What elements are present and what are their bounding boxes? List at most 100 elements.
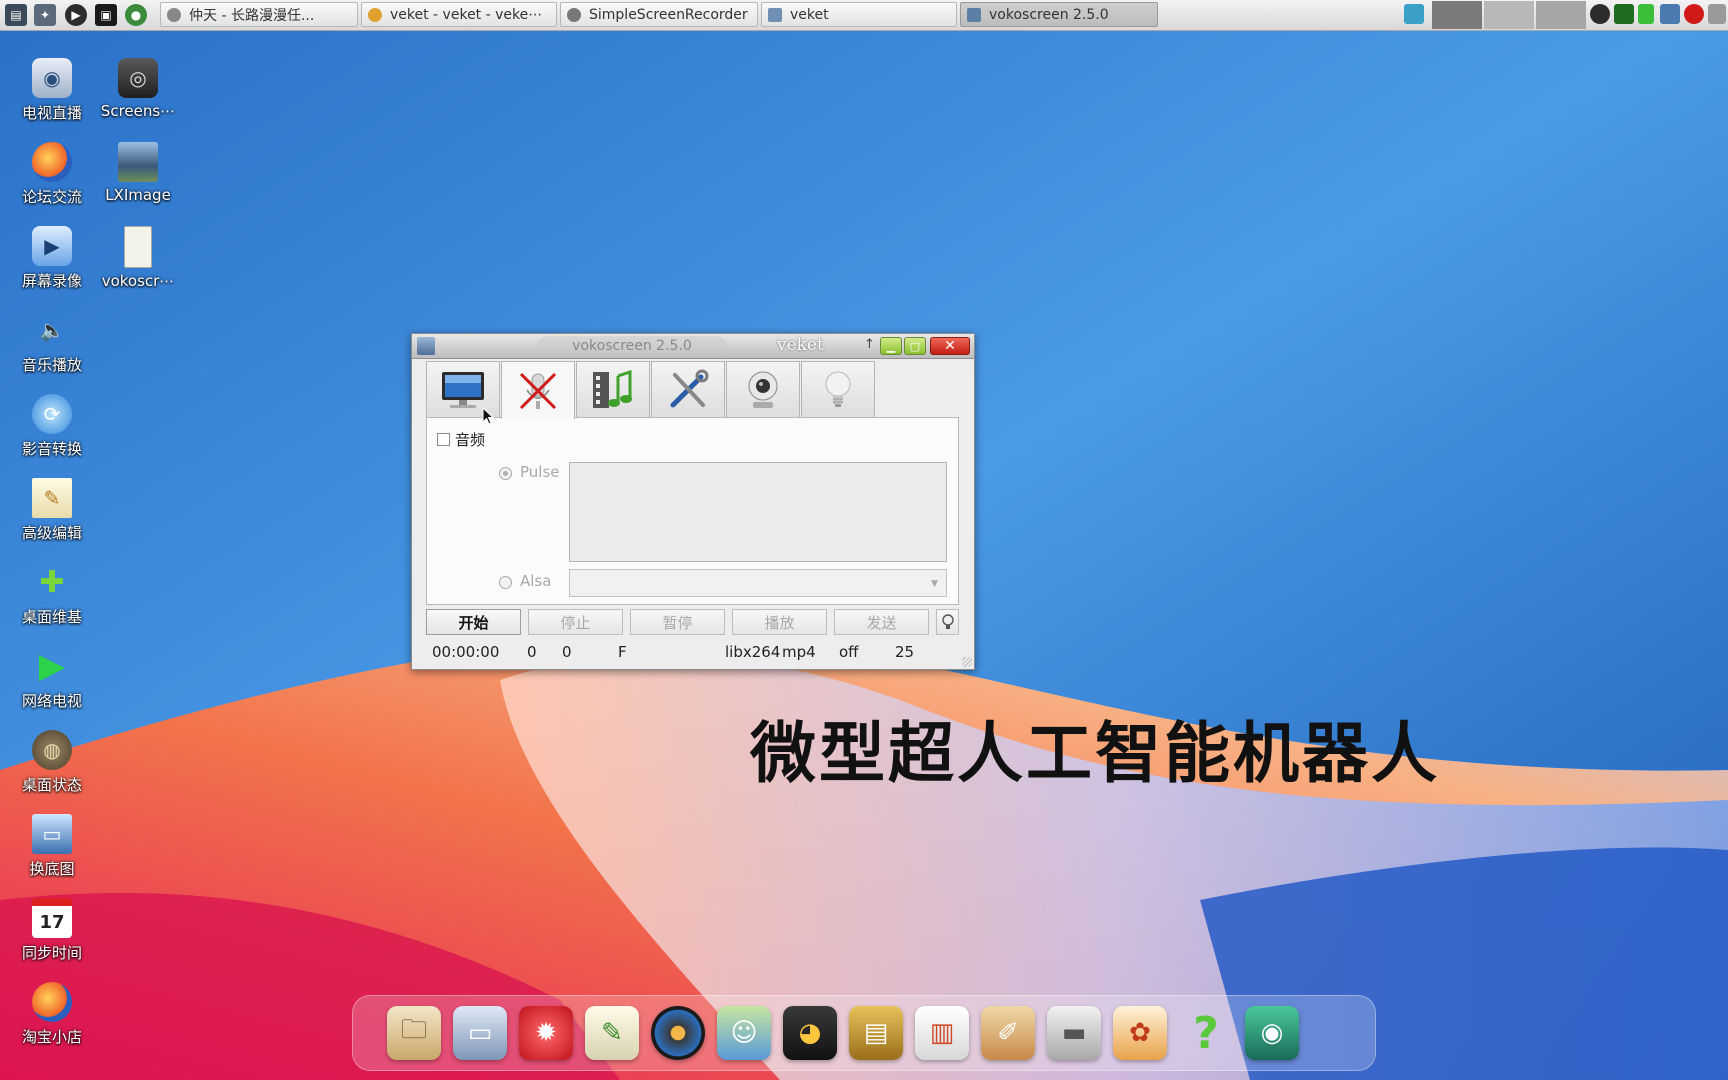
app-icon [167, 7, 181, 22]
folder-icon [768, 7, 782, 22]
tab-webcam[interactable] [726, 361, 800, 417]
desktop-pager-1[interactable] [1432, 1, 1482, 29]
window-titlebar[interactable]: vokoscreen 2.5.0 veket ↑ ▁ ▢ ✕ [412, 334, 974, 359]
alsa-radio-label[interactable]: Alsa [520, 572, 551, 590]
firefox-icon [32, 142, 72, 182]
record-icon[interactable] [1684, 4, 1704, 24]
desktop-icon-converter[interactable]: ⟳ 影音转换 [10, 394, 94, 459]
webcam-icon [748, 371, 778, 408]
pulse-device-list[interactable] [569, 462, 947, 562]
desktop-icon-music[interactable]: 🔈 音乐播放 [10, 310, 94, 375]
start-button[interactable]: 开始 [426, 609, 521, 635]
desktop-icon-label: vokoscr⋯ [101, 272, 175, 290]
display-icon[interactable] [1660, 4, 1680, 24]
send-button[interactable]: 发送 [834, 609, 929, 635]
alsa-device-select[interactable]: ▼ [569, 569, 947, 597]
paint-icon[interactable]: ✐ [981, 1006, 1035, 1060]
tab-about[interactable] [801, 361, 875, 417]
desktop-icon-screen-record[interactable]: ▶ 屏幕录像 [10, 226, 94, 291]
desktop-icon-tv[interactable]: ◉ 电视直播 [10, 58, 94, 123]
task-label: vokoscreen 2.5.0 [989, 6, 1109, 23]
resize-grip[interactable] [962, 657, 972, 667]
desktop-icon-screenshot[interactable]: ◎ Screens⋯ [96, 58, 180, 120]
menu-icon[interactable]: ✦ [34, 4, 56, 26]
task-button-1[interactable]: 仲天 - 长路漫漫任... [160, 2, 358, 27]
file-manager-icon[interactable]: 🗀 [387, 1006, 441, 1060]
desktop-icon-lximage[interactable]: LXImage [96, 142, 180, 204]
window-app-icon[interactable] [417, 337, 435, 355]
maximize-button[interactable]: ▢ [904, 337, 926, 355]
browser-icon[interactable]: ● [125, 4, 147, 26]
desktop-icon-wallpaper[interactable]: ▭ 换底图 [10, 814, 94, 879]
alsa-radio[interactable] [499, 576, 512, 589]
desktop-pager-3[interactable] [1536, 1, 1586, 29]
system-monitor-icon[interactable]: ▤ [5, 4, 27, 26]
spreadsheet-icon[interactable]: ▥ [915, 1006, 969, 1060]
pin-icon[interactable]: ↑ [864, 337, 875, 352]
task-button-4[interactable]: veket [761, 2, 957, 27]
usb-drive-icon[interactable]: ▬ [1047, 1006, 1101, 1060]
help-icon[interactable]: ? [1179, 1006, 1233, 1060]
tab-audio[interactable] [501, 361, 575, 419]
audio-checkbox-label[interactable]: 音频 [455, 429, 485, 450]
penguin-icon[interactable]: ◕ [783, 1006, 837, 1060]
desktop-icon-editor[interactable]: ✎ 高级编辑 [10, 478, 94, 543]
run-icon[interactable]: ▶ [65, 4, 87, 26]
hedgehog-app-icon[interactable]: ✹ [519, 1006, 573, 1060]
task-label: SimpleScreenRecorder [589, 6, 748, 23]
task-label: veket - veket - veke⋯ [390, 6, 543, 23]
pause-button[interactable]: 暂停 [630, 609, 725, 635]
desktop-icon-sync-time[interactable]: 17 同步时间 [10, 898, 94, 963]
screen-record-icon: ▶ [32, 226, 72, 266]
desktop-icon-vokoscreen[interactable]: vokoscr⋯ [96, 226, 180, 290]
play-button[interactable]: 播放 [732, 609, 827, 635]
editor-icon: ✎ [32, 478, 72, 518]
stop-button[interactable]: 停止 [528, 609, 623, 635]
veket-app-icon[interactable]: ✿ [1113, 1006, 1167, 1060]
file-icon [124, 226, 152, 268]
play-tray-icon[interactable] [1590, 4, 1610, 24]
tab-video-audio[interactable] [576, 361, 650, 417]
status-codec: libx264 [725, 643, 781, 661]
minimize-button[interactable]: ▁ [880, 337, 902, 355]
desktop-icon-label: 影音转换 [21, 440, 82, 458]
desktop-icon-status[interactable]: ◍ 桌面状态 [10, 730, 94, 795]
desktop-pager-2[interactable] [1484, 1, 1534, 29]
image-viewer-icon [118, 142, 158, 182]
text-editor-icon[interactable]: ✎ [585, 1006, 639, 1060]
hint-button[interactable] [936, 609, 959, 635]
desktop-icon-forum[interactable]: 论坛交流 [10, 142, 94, 207]
task-button-2[interactable]: veket - veket - veke⋯ [361, 2, 557, 27]
pulse-radio-label[interactable]: Pulse [520, 463, 560, 481]
wallpaper-icon: ▭ [32, 814, 72, 854]
desktop-icon-net-tv[interactable]: ▶ 网络电视 [10, 646, 94, 711]
cpu-monitor-icon[interactable] [1614, 4, 1634, 24]
task-label: 仲天 - 长路漫漫任... [189, 7, 315, 24]
vokoscreen-icon [967, 7, 981, 22]
media-player-icon[interactable] [651, 1006, 705, 1060]
audio-checkbox[interactable] [437, 433, 450, 446]
desktop-icon-taobao[interactable]: 淘宝小店 [10, 982, 94, 1047]
desktop-icon-label: Screens⋯ [100, 102, 176, 120]
desktop-icon-label: 电视直播 [21, 104, 82, 122]
notebook-icon[interactable]: ▤ [849, 1006, 903, 1060]
desktop-icon-label: 换底图 [29, 860, 75, 878]
terminal-icon[interactable]: ▣ [95, 4, 117, 26]
tab-settings[interactable] [651, 361, 725, 417]
camera-app-icon[interactable]: ◉ [1245, 1006, 1299, 1060]
desktop-icon-wiki[interactable]: ✚ 桌面维基 [10, 562, 94, 627]
display-settings-icon[interactable]: ▭ [453, 1006, 507, 1060]
tools-icon [670, 369, 709, 407]
battery-icon[interactable] [1638, 4, 1654, 24]
network-icon[interactable] [1404, 4, 1424, 24]
status-format: mp4 [782, 643, 816, 661]
more-icon[interactable] [1708, 4, 1726, 24]
task-button-3[interactable]: SimpleScreenRecorder [560, 2, 758, 27]
chat-icon[interactable]: ☺ [717, 1006, 771, 1060]
desktop-icon-label: 网络电视 [21, 692, 82, 710]
close-button[interactable]: ✕ [930, 337, 970, 355]
task-label: veket [790, 6, 829, 23]
pulse-radio[interactable] [499, 467, 512, 480]
desktop-icon-label: 桌面状态 [21, 776, 82, 794]
task-button-5[interactable]: vokoscreen 2.5.0 [960, 2, 1158, 27]
